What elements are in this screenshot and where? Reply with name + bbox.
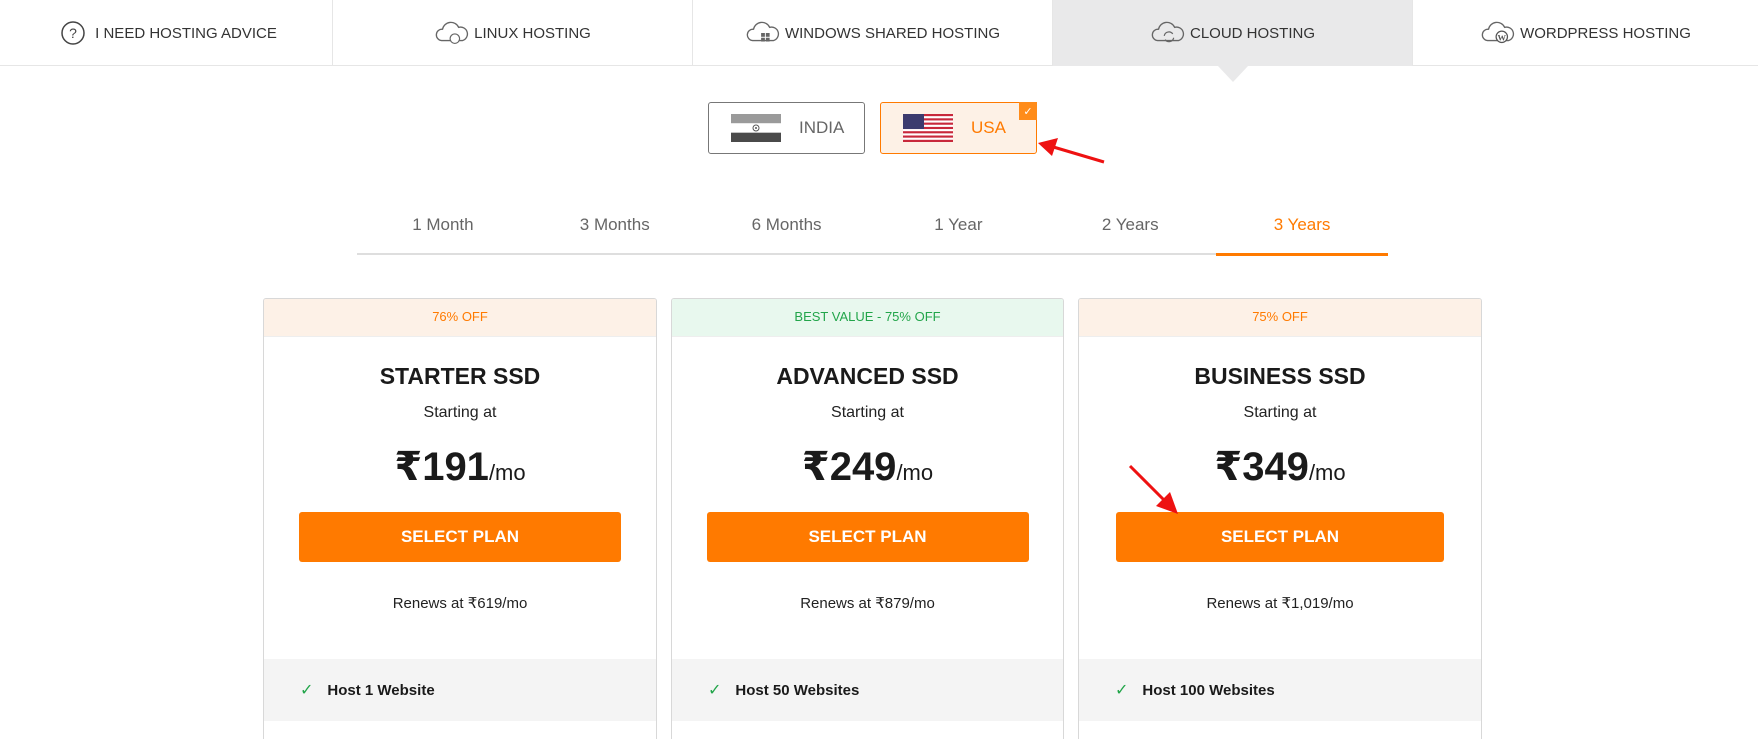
question-circle-icon: ? <box>55 18 91 48</box>
feature-row: ✓ Host 1 Website <box>264 659 656 721</box>
period-3-years[interactable]: 3 Years <box>1216 205 1388 256</box>
plan-price: ₹191/mo <box>264 444 656 490</box>
select-plan-button[interactable]: SELECT PLAN <box>299 512 621 562</box>
tab-hosting-advice[interactable]: ? I NEED HOSTING ADVICE <box>0 0 333 66</box>
svg-text:W: W <box>1498 33 1507 43</box>
price-amount: ₹349 <box>1214 445 1309 489</box>
period-1-year[interactable]: 1 Year <box>872 205 1044 253</box>
price-amount: ₹191 <box>394 445 489 489</box>
region-usa-button[interactable]: USA ✓ <box>880 102 1037 154</box>
hosting-type-tabs: ? I NEED HOSTING ADVICE LINUX HOSTING WI… <box>0 0 1758 66</box>
selected-check-icon: ✓ <box>1019 102 1037 120</box>
region-label: USA <box>971 118 1006 137</box>
annotation-arrow-icon <box>1038 138 1105 164</box>
starting-at-label: Starting at <box>423 404 497 421</box>
plan-card-business: 75% OFF BUSINESS SSD Starting at ₹349/mo… <box>1078 298 1482 739</box>
plan-card-advanced: BEST VALUE - 75% OFF ADVANCED SSD Starti… <box>671 298 1064 739</box>
annotation-arrow-icon <box>1128 464 1178 514</box>
india-flag-icon <box>731 114 781 142</box>
feature-label: Host 100 Websites <box>1142 681 1275 699</box>
cloud-wordpress-icon: W <box>1480 18 1516 48</box>
billing-period-tabs: 1 Month 3 Months 6 Months 1 Year 2 Years… <box>357 205 1388 256</box>
plan-name: STARTER SSD <box>379 363 541 389</box>
plan-name: BUSINESS SSD <box>1194 363 1366 389</box>
tab-wordpress-hosting[interactable]: W WORDPRESS HOSTING <box>1413 0 1758 66</box>
price-period: /mo <box>488 460 526 485</box>
cloud-linux-icon <box>434 18 470 48</box>
tab-windows-shared-hosting[interactable]: WINDOWS SHARED HOSTING <box>693 0 1053 66</box>
price-period: /mo <box>1308 460 1346 485</box>
discount-ribbon: 75% OFF <box>1079 299 1481 337</box>
starting-at-label: Starting at <box>1243 404 1317 421</box>
feature-label: Host 50 Websites <box>735 681 860 699</box>
svg-text:?: ? <box>69 25 77 41</box>
feature-row: ✓ Host 50 Websites <box>672 659 1063 721</box>
cloud-windows-icon <box>745 18 781 48</box>
feature-label: Host 1 Website <box>327 681 435 699</box>
cloud-sync-icon <box>1150 18 1186 48</box>
plan-name: ADVANCED SSD <box>776 363 959 389</box>
discount-ribbon: BEST VALUE - 75% OFF <box>672 299 1063 337</box>
period-6-months[interactable]: 6 Months <box>701 205 873 253</box>
renewal-price: Renews at ₹1,019/mo <box>1206 595 1354 612</box>
check-icon: ✓ <box>1115 682 1129 699</box>
tab-label: LINUX HOSTING <box>474 24 591 42</box>
price-amount: ₹249 <box>801 445 897 489</box>
price-period: /mo <box>896 460 934 485</box>
tab-label: I NEED HOSTING ADVICE <box>95 24 277 42</box>
period-3-months[interactable]: 3 Months <box>529 205 701 253</box>
tab-linux-hosting[interactable]: LINUX HOSTING <box>333 0 693 66</box>
usa-flag-icon <box>903 114 953 142</box>
period-2-years[interactable]: 2 Years <box>1044 205 1216 253</box>
renewal-price: Renews at ₹619/mo <box>392 595 528 612</box>
select-plan-button[interactable]: SELECT PLAN <box>1116 512 1444 562</box>
starting-at-label: Starting at <box>831 404 904 421</box>
tab-cloud-hosting[interactable]: CLOUD HOSTING <box>1053 0 1413 66</box>
select-plan-button[interactable]: SELECT PLAN <box>706 512 1029 562</box>
check-icon: ✓ <box>300 682 314 699</box>
tab-label: WINDOWS SHARED HOSTING <box>784 24 1000 42</box>
discount-ribbon: 76% OFF <box>264 299 656 337</box>
feature-row: ✓ Host 100 Websites <box>1079 659 1481 721</box>
period-1-month[interactable]: 1 Month <box>357 205 529 253</box>
region-label: INDIA <box>799 118 845 137</box>
tab-label: WORDPRESS HOSTING <box>1520 24 1691 42</box>
plan-price: ₹249/mo <box>672 444 1063 490</box>
plan-card-starter: 76% OFF STARTER SSD Starting at ₹191/mo … <box>263 298 657 739</box>
check-icon: ✓ <box>708 682 722 699</box>
tab-label: CLOUD HOSTING <box>1189 24 1315 42</box>
renewal-price: Renews at ₹879/mo <box>800 595 935 612</box>
region-india-button[interactable]: INDIA <box>708 102 865 154</box>
